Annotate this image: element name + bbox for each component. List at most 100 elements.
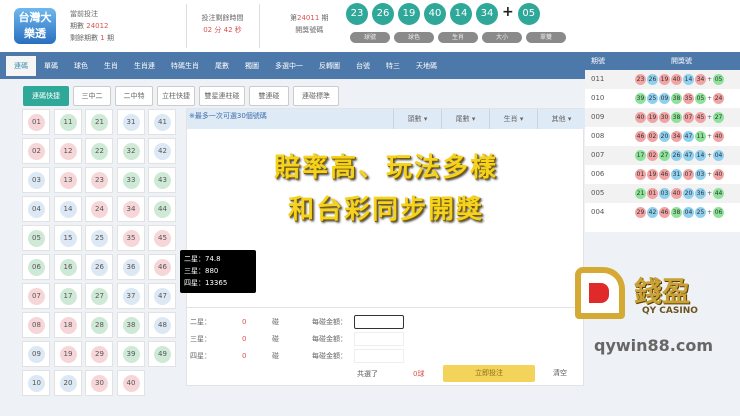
number-cell[interactable]: 06 [22, 254, 50, 280]
plus-sign: + [707, 152, 713, 159]
number-cell[interactable]: 13 [53, 167, 82, 193]
filter-dropdown[interactable]: 頭數 ▾ [393, 109, 441, 129]
number-cell[interactable]: 10 [22, 370, 50, 396]
number-cell[interactable]: 49 [148, 341, 176, 367]
number-cell[interactable]: 48 [148, 312, 176, 338]
number-cell[interactable]: 23 [85, 167, 113, 193]
nav-tab[interactable]: 生肖 [96, 56, 126, 76]
number-cell[interactable]: 05 [22, 225, 50, 251]
number-cell[interactable]: 03 [22, 167, 50, 193]
number-cell[interactable]: 22 [85, 138, 113, 164]
draw-view-button[interactable]: 球色 [394, 32, 434, 43]
nav-tab[interactable]: 特碼生肖 [163, 56, 207, 76]
number-cell[interactable]: 01 [22, 109, 50, 135]
nav-tab[interactable]: 反轉圖 [311, 56, 348, 76]
number-cell[interactable]: 27 [85, 283, 113, 309]
number-cell[interactable]: 45 [148, 225, 176, 251]
play-type-button[interactable]: 連碰標準 [293, 86, 339, 106]
number-cell[interactable]: 24 [85, 196, 113, 222]
play-type-button[interactable]: 雙星連柱碰 [199, 86, 245, 106]
nav-tab[interactable]: 球色 [66, 56, 96, 76]
number-ball: 13 [59, 172, 77, 189]
draw-view-button[interactable]: 大小 [482, 32, 522, 43]
history-balls: 01 19 46 31 07 03 +40 [635, 165, 725, 184]
nav-tab[interactable]: 特三 [378, 56, 408, 76]
number-cell[interactable]: 38 [116, 312, 145, 338]
logo[interactable]: 台灣大樂透 [14, 8, 56, 44]
chevron-down-icon: ▾ [469, 115, 476, 123]
number-cell[interactable]: 11 [53, 109, 82, 135]
nav-tab[interactable]: 連碼 [6, 55, 36, 76]
history-ball: 11 [695, 130, 706, 142]
number-cell[interactable]: 30 [85, 370, 113, 396]
submit-bet-button[interactable]: 立即投注 [443, 365, 535, 382]
history-ball: 30 [659, 111, 670, 123]
play-type-button[interactable]: 三中二 [73, 86, 111, 106]
nav-tab[interactable]: 單碼 [36, 56, 66, 76]
number-cell[interactable]: 29 [85, 341, 113, 367]
number-cell[interactable]: 43 [148, 167, 176, 193]
history-row: 010 39 25 09 38 35 05 +24 [585, 89, 740, 108]
number-cell[interactable]: 47 [148, 283, 176, 309]
number-cell[interactable]: 31 [116, 109, 145, 135]
play-type-button[interactable]: 雙連碰 [249, 86, 289, 106]
nav-tab[interactable]: 天地碼 [408, 56, 445, 76]
play-type-button[interactable]: 立柱快捷 [157, 86, 195, 106]
number-cell[interactable]: 26 [85, 254, 113, 280]
number-cell[interactable]: 19 [53, 341, 82, 367]
number-cell[interactable]: 28 [85, 312, 113, 338]
number-cell[interactable]: 41 [148, 109, 176, 135]
number-cell[interactable]: 04 [22, 196, 50, 222]
number-ball: 19 [59, 346, 77, 363]
number-cell[interactable]: 14 [53, 196, 82, 222]
number-cell[interactable]: 15 [53, 225, 82, 251]
draw-view-button[interactable]: 球號 [350, 32, 390, 43]
filter-dropdown[interactable]: 生肖 ▾ [489, 109, 537, 129]
number-cell[interactable]: 39 [116, 341, 145, 367]
number-cell[interactable]: 46 [148, 254, 176, 280]
number-cell[interactable]: 36 [116, 254, 145, 280]
draw-view-button[interactable]: 單雙 [526, 32, 566, 43]
filter-dropdown[interactable]: 其他 ▾ [537, 109, 585, 129]
number-cell[interactable]: 37 [116, 283, 145, 309]
number-cell[interactable]: 25 [85, 225, 113, 251]
number-cell[interactable]: 42 [148, 138, 176, 164]
number-cell[interactable]: 33 [116, 167, 145, 193]
number-cell[interactable]: 44 [148, 196, 176, 222]
number-cell[interactable]: 35 [116, 225, 145, 251]
sub-buttons: 連碼快捷 三中二 二中特 立柱快捷 雙星連柱碰 雙連碰 連碰標準 [23, 86, 343, 106]
number-cell[interactable]: 20 [53, 370, 82, 396]
nav-tab[interactable]: 台號 [348, 56, 378, 76]
number-cell[interactable]: 07 [22, 283, 50, 309]
number-cell[interactable]: 40 [116, 370, 145, 396]
number-cell[interactable]: 17 [53, 283, 82, 309]
number-cell[interactable]: 02 [22, 138, 50, 164]
history-ball: 04 [683, 206, 694, 218]
nav-tab[interactable]: 獨圖 [237, 56, 267, 76]
filter-dropdown[interactable]: 尾數 ▾ [441, 109, 489, 129]
number-cell[interactable]: 34 [116, 196, 145, 222]
history-ball: 14 [683, 73, 694, 85]
amount-input[interactable] [354, 315, 404, 329]
number-cell[interactable]: 16 [53, 254, 82, 280]
number-cell[interactable]: 18 [53, 312, 82, 338]
number-cell[interactable]: 32 [116, 138, 145, 164]
history-ball: 29 [635, 206, 646, 218]
amount-input[interactable] [354, 332, 404, 346]
nav-tab[interactable]: 尾數 [207, 56, 237, 76]
number-cell[interactable]: 08 [22, 312, 50, 338]
nav-tab[interactable]: 多選中一 [267, 56, 311, 76]
number-cell[interactable]: 12 [53, 138, 82, 164]
play-type-button[interactable]: 連碼快捷 [23, 86, 69, 106]
number-cell[interactable]: 09 [22, 341, 50, 367]
amount-input[interactable] [354, 349, 404, 363]
draw-view-button[interactable]: 生肖 [438, 32, 478, 43]
number-ball: 06 [28, 259, 45, 276]
nav-tab[interactable]: 生肖連 [126, 56, 163, 76]
bet-row-label: 二星： [190, 318, 211, 326]
selected-count: 0球 [413, 370, 425, 378]
history-special-ball: 04 [713, 149, 725, 161]
number-cell[interactable]: 21 [85, 109, 113, 135]
play-type-button[interactable]: 二中特 [115, 86, 153, 106]
bet-row: 四星： 0 碰 每碰金額： [190, 349, 430, 363]
